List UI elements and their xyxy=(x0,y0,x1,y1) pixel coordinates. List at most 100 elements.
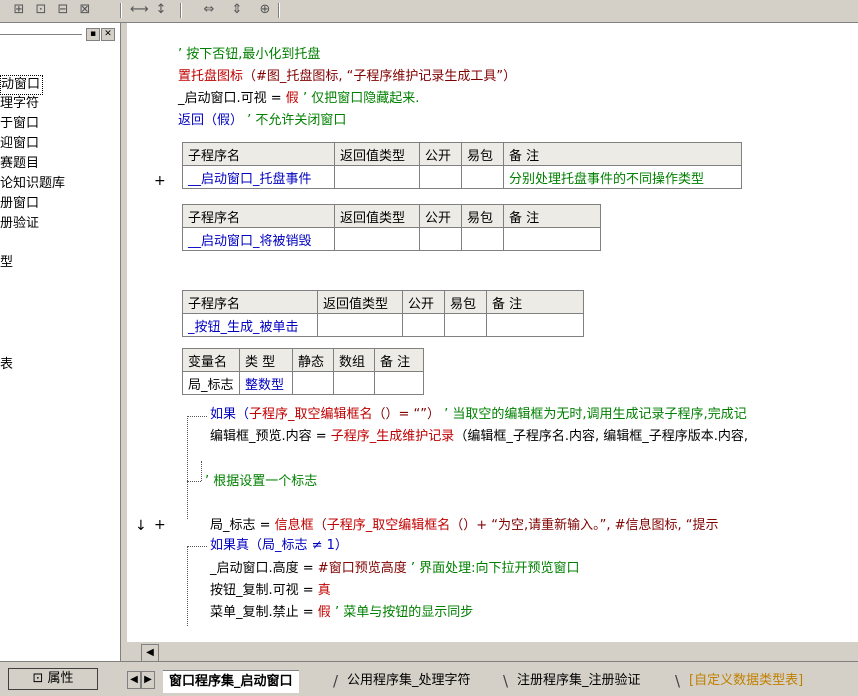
property-button[interactable]: ⊡ 属性 xyxy=(8,668,98,690)
tab-startup-window[interactable]: 窗口程序集_启动窗口 xyxy=(163,670,299,693)
code-text: （ xyxy=(313,518,327,533)
table-cell[interactable] xyxy=(402,313,445,337)
distribute-v-icon[interactable]: ↕ xyxy=(152,2,170,18)
align-middle-icon[interactable]: ⊟ xyxy=(54,2,72,18)
scroll-left-icon[interactable]: ◀ xyxy=(141,644,159,662)
subroutine-table: 子程序名 返回值类型 公开 易包 备 注 __启动窗口_托盘事件 分别处理托盘事… xyxy=(182,142,742,189)
table-cell[interactable]: __启动窗口_将被销毁 xyxy=(182,227,335,251)
code-function: 子程序_取空编辑框名 xyxy=(326,518,451,533)
tree-item[interactable]: 赛题目 xyxy=(0,155,39,173)
table-cell[interactable]: 局_标志 xyxy=(182,371,240,395)
table-header: 备 注 xyxy=(374,348,424,372)
close-icon[interactable]: ✕ xyxy=(101,28,115,41)
tab-scroll-left-icon[interactable]: ◀ xyxy=(127,671,141,689)
code-line: 按钮_复制.可视 = 真 xyxy=(210,582,331,600)
table-header: 公开 xyxy=(419,204,462,228)
tree-item[interactable]: 于窗口 xyxy=(0,115,39,133)
table-cell[interactable] xyxy=(419,227,462,251)
code-editor[interactable]: ’ 按下否钮,最小化到托盘 置托盘图标（#图_托盘图标, “子程序维护记录生成工… xyxy=(127,23,858,641)
table-header: 类 型 xyxy=(239,348,293,372)
tab-separator: \ xyxy=(675,672,681,690)
tab-string-handling[interactable]: 公用程序集_处理字符 xyxy=(341,670,477,692)
flow-line xyxy=(187,416,207,417)
subroutine-table: 子程序名 返回值类型 公开 易包 备 注 _按钮_生成_被单击 xyxy=(182,290,584,337)
flow-line xyxy=(187,481,201,482)
tab-registration[interactable]: 注册程序集_注册验证 xyxy=(511,670,647,692)
current-line-arrow-icon: ↓ xyxy=(135,518,147,534)
property-icon: ⊡ xyxy=(32,671,44,686)
code-function: 子程序_生成维护记录 xyxy=(330,429,455,444)
align-top-icon[interactable]: ⊡ xyxy=(32,2,50,18)
tree-item[interactable]: 迎窗口 xyxy=(0,135,39,153)
table-cell[interactable] xyxy=(317,313,403,337)
table-cell[interactable] xyxy=(486,313,584,337)
code-function: 信息框 xyxy=(274,518,314,533)
code-keyword: 返回（假） xyxy=(178,113,244,128)
flow-line xyxy=(187,546,188,626)
tree-item[interactable]: 动窗口 xyxy=(0,75,44,95)
flow-line xyxy=(187,546,207,547)
tree-item[interactable]: 论知识题库 xyxy=(0,175,65,193)
code-args: （）+ “为空,请重新输入。”, #信息图标, “提示 xyxy=(450,518,719,533)
table-header: 备 注 xyxy=(486,290,584,314)
tree-item[interactable]: 册验证 xyxy=(0,215,39,233)
code-args: （）= “”） xyxy=(372,407,441,422)
table-cell[interactable] xyxy=(444,313,487,337)
table-cell[interactable] xyxy=(334,165,420,189)
grid-icon[interactable]: ⊞ xyxy=(10,2,28,18)
table-cell[interactable] xyxy=(374,371,424,395)
flow-line xyxy=(201,461,202,481)
table-header: 备 注 xyxy=(503,204,601,228)
tree-item[interactable]: 型 xyxy=(0,254,13,272)
distribute-h-icon[interactable]: ⟷ xyxy=(130,2,149,18)
tab-custom-types[interactable]: [自定义数据类型表] xyxy=(683,670,809,692)
code-comment: ’ 不允许关闭窗口 xyxy=(243,113,347,128)
code-constant: 真 xyxy=(317,583,331,598)
tree-item[interactable]: 册窗口 xyxy=(0,195,39,213)
table-header: 易包 xyxy=(461,204,504,228)
width-icon[interactable]: ⇔ xyxy=(200,2,218,18)
table-cell[interactable]: _按钮_生成_被单击 xyxy=(182,313,318,337)
table-cell[interactable] xyxy=(419,165,462,189)
height-icon[interactable]: ⇕ xyxy=(228,2,246,18)
subroutine-table: 子程序名 返回值类型 公开 易包 备 注 __启动窗口_将被销毁 xyxy=(182,204,601,251)
variable-table: 变量名 类 型 静态 数组 备 注 局_标志 整数型 xyxy=(182,348,424,395)
table-cell[interactable] xyxy=(334,227,420,251)
code-line: 置托盘图标（#图_托盘图标, “子程序维护记录生成工具”） xyxy=(178,68,516,86)
table-header: 公开 xyxy=(419,142,462,166)
align-bottom-icon[interactable]: ⊠ xyxy=(76,2,94,18)
tree-item[interactable]: 表 xyxy=(0,356,13,374)
expand-marker[interactable]: + xyxy=(154,517,166,533)
table-header: 变量名 xyxy=(182,348,240,372)
table-header: 易包 xyxy=(444,290,487,314)
table-cell[interactable] xyxy=(461,165,504,189)
expand-marker[interactable]: + xyxy=(154,173,166,189)
code-text: 局_标志 = xyxy=(210,518,275,533)
table-cell[interactable]: __启动窗口_托盘事件 xyxy=(182,165,335,189)
code-text: 按钮_复制.可视 = xyxy=(210,583,318,598)
table-cell[interactable] xyxy=(292,371,334,395)
table-header: 子程序名 xyxy=(182,142,335,166)
table-header: 子程序名 xyxy=(182,204,335,228)
code-constant: 假 xyxy=(317,605,331,620)
toolbar-separator xyxy=(278,3,280,18)
table-header: 易包 xyxy=(461,142,504,166)
table-cell[interactable] xyxy=(461,227,504,251)
size-icon[interactable]: ⊕ xyxy=(256,2,274,18)
bottom-bar: ⊡ 属性 ◀ ▶ 窗口程序集_启动窗口 / 公用程序集_处理字符 \ 注册程序集… xyxy=(0,661,858,696)
code-comment: ’ 菜单与按钮的显示同步 xyxy=(330,605,474,620)
tree-item[interactable]: 理字符 xyxy=(0,95,39,113)
code-args: （#图_托盘图标, “子程序维护记录生成工具”） xyxy=(243,69,517,84)
minimize-icon[interactable]: ▪ xyxy=(86,28,100,41)
table-cell[interactable] xyxy=(503,227,601,251)
toolbar-separator xyxy=(120,3,122,18)
tab-separator: / xyxy=(333,672,339,690)
table-cell[interactable]: 整数型 xyxy=(239,371,293,395)
tab-scroll-right-icon[interactable]: ▶ xyxy=(141,671,155,689)
table-cell[interactable] xyxy=(333,371,375,395)
table-header: 返回值类型 xyxy=(317,290,403,314)
horizontal-scrollbar[interactable]: ◀ xyxy=(127,641,858,662)
code-function: 子程序_取空编辑框名 xyxy=(249,407,373,422)
table-cell[interactable]: 分别处理托盘事件的不同操作类型 xyxy=(503,165,742,189)
code-keyword: 如果真（局_标志 ≠ 1） xyxy=(210,538,348,553)
